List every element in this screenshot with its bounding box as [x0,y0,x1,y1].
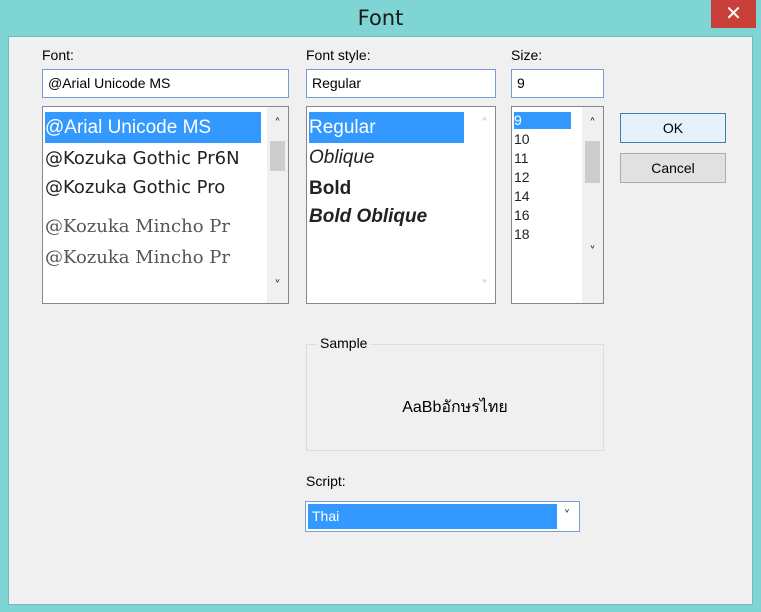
script-label: Script: [306,473,346,489]
ok-button[interactable]: OK [620,113,726,143]
font-style-input[interactable]: Regular [306,69,496,98]
close-icon: ✕ [725,1,742,25]
chevron-up-icon[interactable]: ˄ [582,117,603,132]
size-label: Size: [511,47,543,63]
title-bar: Font ✕ [0,0,761,36]
scroll-thumb[interactable] [585,141,600,183]
font-label: Font: [42,47,74,63]
chevron-down-icon[interactable]: ˅ [557,502,577,531]
size-item[interactable]: 18 [514,226,530,243]
chevron-down-icon[interactable]: ˅ [267,279,288,294]
size-item[interactable]: 16 [514,207,530,224]
dialog-title: Font [357,6,404,30]
font-style-scrollbar[interactable]: ˄ ˅ [474,107,495,303]
font-style-item[interactable]: Bold Oblique [309,204,427,230]
size-item[interactable]: 10 [514,131,530,148]
font-list-item[interactable]: @Kozuka Mincho Pr [45,214,261,240]
size-item-selected[interactable]: 9 [514,112,571,129]
font-style-label: Font style: [306,47,371,63]
sample-groupbox: Sample AaBbอักษรไทย [306,335,604,451]
chevron-down-icon[interactable]: ˅ [582,245,603,260]
font-dialog: Font ✕ Font: @Arial Unicode MS @Arial Un… [0,0,761,612]
dialog-body: Font: @Arial Unicode MS @Arial Unicode M… [8,36,753,605]
font-name-input[interactable]: @Arial Unicode MS [42,69,289,98]
font-list-item-selected[interactable]: @Arial Unicode MS [45,112,261,143]
size-item[interactable]: 12 [514,169,530,186]
chevron-down-icon[interactable]: ˅ [474,279,495,294]
font-list-item[interactable]: @Kozuka Gothic Pro [45,175,261,201]
size-list-scrollbar[interactable]: ˄ ˅ [582,107,603,303]
script-selected-value[interactable]: Thai [308,504,557,529]
cancel-button[interactable]: Cancel [620,153,726,183]
font-style-item[interactable]: Bold [309,176,351,202]
font-style-list[interactable]: Regular Oblique Bold Bold Oblique ˄ ˅ [306,106,496,304]
font-list[interactable]: @Arial Unicode MS @Kozuka Gothic Pr6N @K… [42,106,289,304]
script-dropdown[interactable]: Thai ˅ [305,501,580,532]
scroll-thumb[interactable] [270,141,285,171]
size-item[interactable]: 14 [514,188,530,205]
sample-label: Sample [317,335,371,351]
sample-preview-text: AaBbอักษรไทย [402,399,508,416]
size-list[interactable]: 9 10 11 12 14 16 18 ˄ ˅ [511,106,604,304]
font-list-item[interactable]: @Kozuka Mincho Pr [45,245,261,271]
close-button[interactable]: ✕ [711,0,756,28]
chevron-up-icon[interactable]: ˄ [474,117,495,132]
font-list-item[interactable]: @Kozuka Gothic Pr6N [45,146,261,172]
size-input[interactable]: 9 [511,69,604,98]
font-style-item[interactable]: Oblique [309,145,375,171]
chevron-up-icon[interactable]: ˄ [267,117,288,132]
font-style-item-selected[interactable]: Regular [309,112,464,143]
size-item[interactable]: 11 [514,150,529,167]
font-list-scrollbar[interactable]: ˄ ˅ [267,107,288,303]
